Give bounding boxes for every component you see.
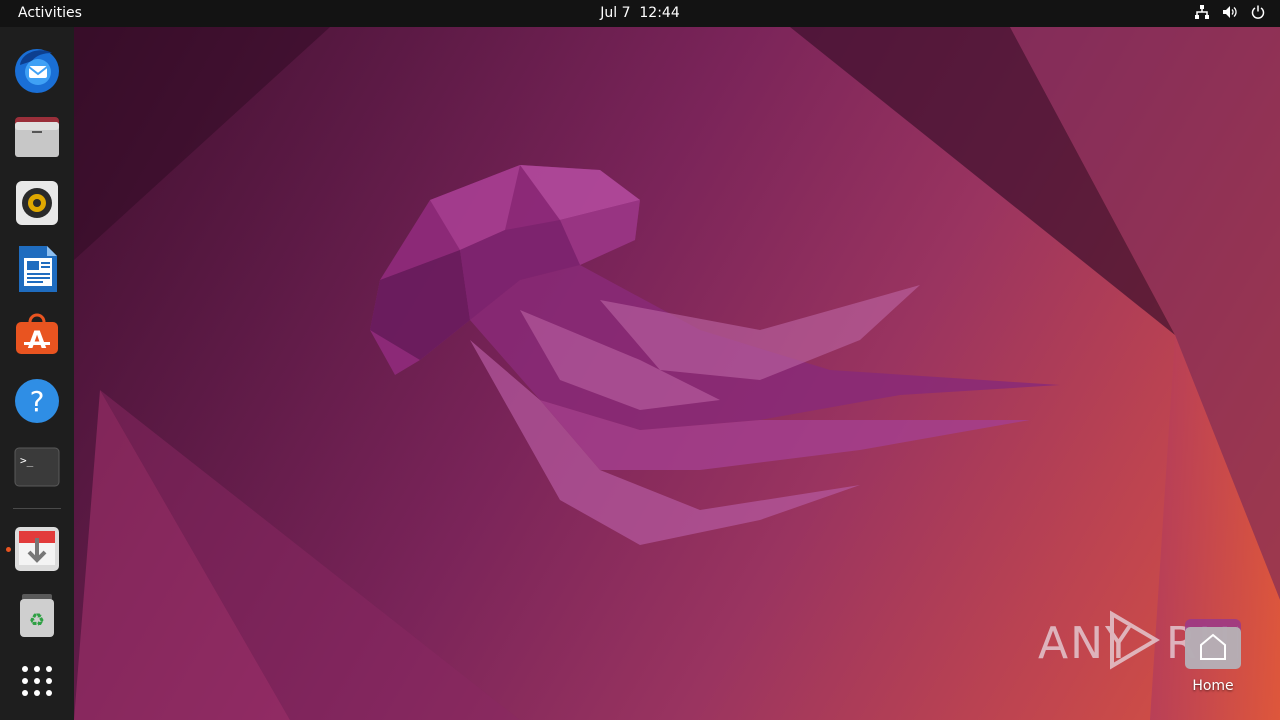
updater-icon bbox=[15, 527, 59, 571]
dock-item-rhythmbox[interactable] bbox=[12, 178, 62, 228]
dock-item-thunderbird[interactable] bbox=[12, 45, 62, 95]
dock: A ? >_ ♻ bbox=[0, 27, 74, 720]
jellyfish-art bbox=[370, 165, 1060, 545]
volume-icon[interactable] bbox=[1222, 4, 1238, 20]
thunderbird-icon bbox=[15, 49, 59, 93]
dock-item-show-applications[interactable] bbox=[12, 656, 62, 706]
trash-icon: ♻ bbox=[20, 594, 54, 637]
dock-item-trash[interactable]: ♻ bbox=[12, 590, 62, 640]
top-bar: Activities Jul 7 12:44 bbox=[0, 0, 1280, 27]
dock-item-help[interactable]: ? bbox=[12, 376, 62, 426]
svg-text:A: A bbox=[28, 326, 47, 354]
svg-text:?: ? bbox=[30, 385, 45, 418]
running-indicator bbox=[6, 547, 11, 552]
activities-button[interactable]: Activities bbox=[18, 5, 82, 21]
dock-item-files[interactable] bbox=[12, 112, 62, 162]
dock-item-terminal[interactable]: >_ bbox=[12, 442, 62, 492]
dock-item-software-updater[interactable] bbox=[12, 524, 62, 574]
svg-text:♻: ♻ bbox=[29, 610, 45, 631]
home-folder-desktop-icon[interactable] bbox=[1183, 617, 1243, 671]
folder-icon bbox=[15, 117, 59, 157]
terminal-icon: >_ bbox=[14, 447, 60, 487]
dock-item-ubuntu-software[interactable]: A bbox=[12, 310, 62, 360]
home-folder-icon bbox=[1185, 619, 1241, 669]
clock-button[interactable]: Jul 7 12:44 bbox=[0, 5, 1280, 21]
date-label: Jul 7 bbox=[600, 5, 631, 21]
svg-text:>_: >_ bbox=[20, 454, 34, 467]
question-icon: ? bbox=[15, 379, 59, 423]
dock-item-writer[interactable] bbox=[12, 244, 62, 294]
app-grid-icon bbox=[22, 666, 52, 696]
software-store-icon: A bbox=[16, 313, 58, 354]
network-icon[interactable] bbox=[1194, 4, 1210, 20]
home-folder-label: Home bbox=[1192, 678, 1234, 694]
time-label: 12:44 bbox=[639, 5, 680, 21]
system-tray[interactable] bbox=[1194, 4, 1266, 20]
document-icon bbox=[19, 246, 57, 292]
speaker-icon bbox=[16, 181, 58, 225]
dock-separator bbox=[13, 508, 61, 509]
power-icon[interactable] bbox=[1250, 4, 1266, 20]
